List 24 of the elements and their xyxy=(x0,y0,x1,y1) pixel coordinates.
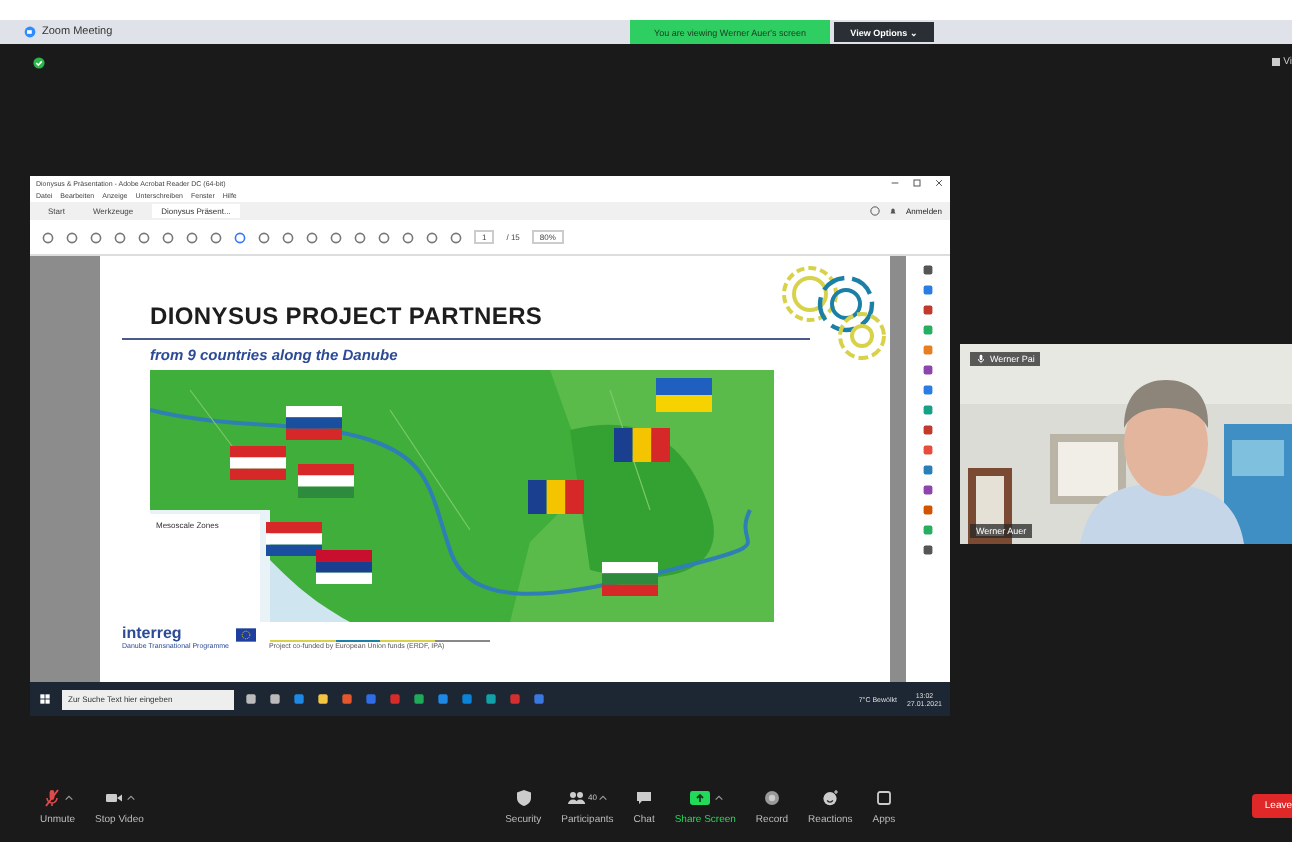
maximize-icon[interactable] xyxy=(912,178,922,188)
microphone-icon xyxy=(976,354,986,364)
minimize-icon[interactable] xyxy=(890,178,900,188)
bell-icon[interactable] xyxy=(887,206,898,216)
close-icon[interactable] xyxy=(934,178,944,188)
share-screen-icon xyxy=(687,787,712,807)
flag-icon xyxy=(235,628,256,642)
slide-title: DIONYSUS PROJECT PARTNERS xyxy=(150,302,545,330)
record-icon xyxy=(761,787,782,807)
shield-icon xyxy=(513,787,534,807)
people-icon xyxy=(565,787,586,807)
windows-icon[interactable] xyxy=(38,692,52,706)
caret-icon[interactable] xyxy=(713,793,724,801)
smiley-icon xyxy=(820,787,841,807)
caret-icon[interactable] xyxy=(125,793,136,801)
help-icon[interactable] xyxy=(869,206,880,216)
caret-icon[interactable] xyxy=(63,793,74,801)
logo: interreg xyxy=(122,626,184,642)
shield-icon[interactable] xyxy=(32,56,46,70)
grid-icon[interactable] xyxy=(1271,58,1280,66)
caret-icon[interactable] xyxy=(598,793,609,801)
chat-icon xyxy=(634,787,655,807)
camera-icon xyxy=(24,26,36,38)
apps-icon xyxy=(873,787,894,807)
